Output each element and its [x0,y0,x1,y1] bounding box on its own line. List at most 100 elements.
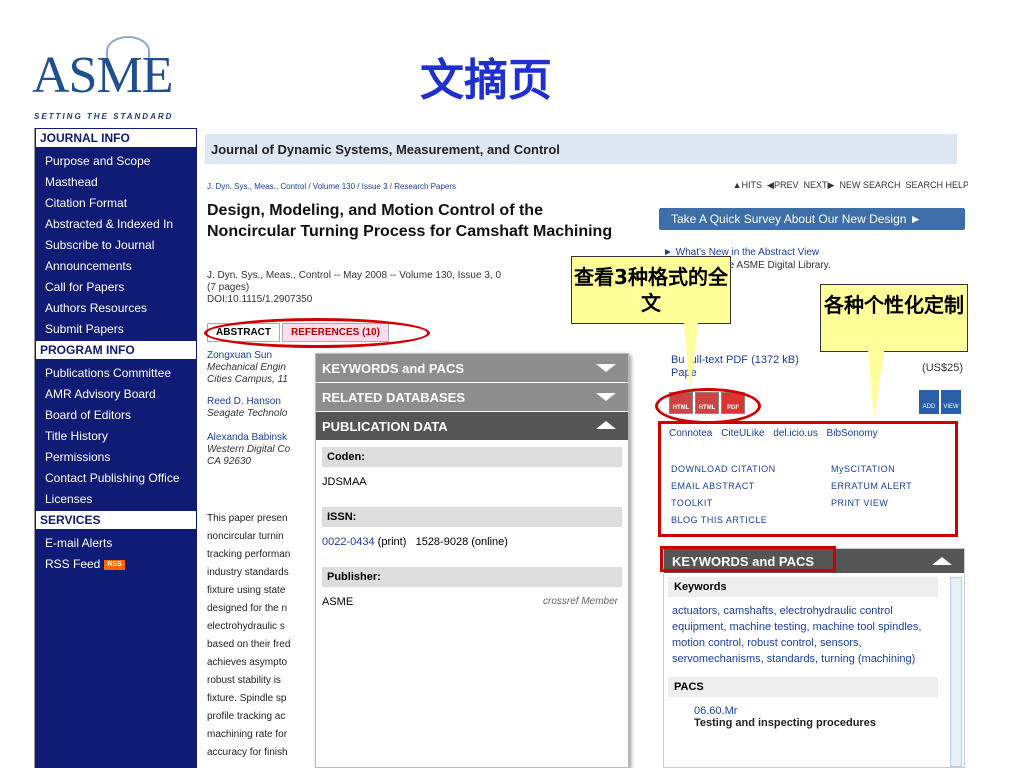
pacs-item: 06.60.Mr Testing and inspecting procedur… [664,697,964,729]
abstract-line: fixture. Spindle sp [207,693,287,704]
popup-bar-label: PUBLICATION DATA [322,419,448,434]
callout-custom: 各种个性化定制 [820,284,968,352]
abstract-line: This paper presen [207,513,288,524]
chevron-up-icon [596,421,616,429]
abstract-line: fixture using state [207,585,286,596]
sidebar: JOURNAL INFO Purpose and Scope Masthead … [35,128,197,768]
publisher-label: Publisher: [322,567,622,587]
sidebar-item-citation-format[interactable]: Citation Format [35,193,197,214]
issn-value: 0022-0434 (print) 1528-9028 (online) [316,527,628,561]
pacs-label: PACS [668,677,938,697]
sidebar-item-email-alerts[interactable]: E-mail Alerts [35,533,197,554]
asme-logo: ASME SETTING THE STANDARD [28,36,198,126]
sidebar-item-call-for-papers[interactable]: Call for Papers [35,277,197,298]
article-pages: (7 pages) [207,282,250,293]
sidebar-item-permissions[interactable]: Permissions [35,447,197,468]
article-doi: DOI:10.1115/1.2907350 [207,294,313,305]
new-search-link[interactable]: NEW SEARCH [839,180,900,190]
annotation-tools-rect [658,421,958,537]
pacs-desc: Testing and inspecting procedures [694,717,876,729]
article-meta: J. Dyn. Sys., Meas., Control -- May 2008… [207,270,587,306]
sidebar-item-title-history[interactable]: Title History [35,426,197,447]
sidebar-item-licenses[interactable]: Licenses [35,489,197,510]
sidebar-heading-program-info: PROGRAM INFO [35,340,197,360]
publisher-value: ASME crossref Member [316,587,628,621]
abstract-line: noncircular turnin [207,531,284,542]
author-affil: Western Digital Co [207,444,291,455]
survey-button[interactable]: Take A Quick Survey About Our New Design… [659,208,965,230]
keywords-text[interactable]: actuators, camshafts, electrohydraulic c… [664,597,948,673]
popup-related-bar[interactable]: RELATED DATABASES [316,383,628,412]
abstract-line: industry standards [207,567,289,578]
issn-label: ISSN: [322,507,622,527]
buy-pdf[interactable]: Bu full-text PDF (1372 kB) Pape (US$25) [671,354,967,380]
publication-popup: KEYWORDS and PACS RELATED DATABASES PUBL… [315,353,629,768]
author-name[interactable]: Zongxuan Sun [207,350,317,362]
sidebar-item-announcements[interactable]: Announcements [35,256,197,277]
publisher-name: ASME [322,596,354,608]
buy-pdf-price: (US$25) [922,362,963,374]
author-affil: Cities Campus, 11 [207,374,288,385]
sidebar-item-authors-resources[interactable]: Authors Resources [35,298,197,319]
rss-feed-label: RSS Feed [45,557,101,571]
author-entry: Alexanda Babinsk Western Digital Co CA 926… [207,432,317,468]
sidebar-item-contact[interactable]: Contact Publishing Office [35,468,197,489]
logo-tagline: SETTING THE STANDARD [34,112,174,121]
annotation-formats-ellipse [655,388,761,424]
crossref-logo[interactable]: crossref Member [543,596,618,607]
article-title: Design, Modeling, and Motion Control of … [207,202,613,240]
author-affil: CA 92630 [207,456,252,467]
author-affil: Mechanical Engin [207,362,286,373]
issn-online: 1528-9028 (online) [415,536,508,548]
abstract-line: machining rate for [207,729,288,740]
article-citation: J. Dyn. Sys., Meas., Control -- May 2008… [207,270,502,281]
author-list: Zongxuan Sun Mechanical Engin Cities Campu… [207,350,317,468]
abstract-line: tracking performan [207,549,291,560]
author-entry: Reed D. Hanson Seagate Technolo [207,396,317,420]
abstract-text: This paper presen noncircular turnin tra… [207,510,317,768]
issn-print-suffix: (print) [377,536,407,548]
search-help-link[interactable]: SEARCH HELP [905,180,968,190]
pacs-code[interactable]: 06.60.Mr [694,705,952,717]
abstract-line: achieves asympto [207,657,288,668]
popup-pubdata-bar[interactable]: PUBLICATION DATA [316,412,628,441]
author-affil: Seagate Technolo [207,408,288,419]
abstract-line: designed for the n [207,603,288,614]
keywords-panel: KEYWORDS and PACS Keywords actuators, ca… [663,548,965,768]
popup-bar-label: KEYWORDS and PACS [322,361,465,376]
author-name[interactable]: Alexanda Babinsk [207,432,317,444]
popup-keywords-bar[interactable]: KEYWORDS and PACS [316,354,628,383]
callout-tail [868,351,884,419]
popup-bar-label: RELATED DATABASES [322,390,465,405]
annotation-keywords-rect [660,546,836,572]
prev-link[interactable]: ◀PREV [767,180,798,190]
sidebar-item-subscribe[interactable]: Subscribe to Journal [35,235,197,256]
sidebar-item-publications-committee[interactable]: Publications Committee [35,363,197,384]
sidebar-item-abstracted[interactable]: Abstracted & Indexed In [35,214,197,235]
callout-formats: 查看3种格式的全文 [571,256,731,324]
sidebar-item-submit-papers[interactable]: Submit Papers [35,319,197,340]
chevron-up-icon [932,557,952,565]
chevron-down-icon [596,364,616,372]
journal-title: Journal of Dynamic Systems, Measurement,… [205,134,957,164]
breadcrumb[interactable]: J. Dyn. Sys., Meas., Control / Volume 13… [207,182,456,191]
annotation-tabs-ellipse [204,318,430,348]
view-icon[interactable]: VIEW [941,390,961,414]
sidebar-item-board-of-editors[interactable]: Board of Editors [35,405,197,426]
abstract-line: accuracy for finish [207,747,288,758]
sidebar-item-rss-feed[interactable]: RSS Feed RSS [35,554,197,575]
result-nav: ▲HITS ◀PREV NEXT▶ NEW SEARCH SEARCH HELP [733,180,968,191]
sidebar-item-purpose[interactable]: Purpose and Scope [35,151,197,172]
sidebar-item-amr-board[interactable]: AMR Advisory Board [35,384,197,405]
abstract-line: robust stability is [207,675,281,686]
sidebar-item-masthead[interactable]: Masthead [35,172,197,193]
next-link[interactable]: NEXT▶ [803,180,834,190]
add-icon[interactable]: ADD [919,390,939,414]
scrollbar[interactable] [950,577,962,767]
chevron-down-icon [596,393,616,401]
issn-print-link[interactable]: 0022-0434 [322,536,375,548]
hits-link[interactable]: ▲HITS [733,180,762,190]
author-name[interactable]: Reed D. Hanson [207,396,317,408]
author-entry: Zongxuan Sun Mechanical Engin Cities Campu… [207,350,317,386]
rss-icon: RSS [104,559,125,570]
